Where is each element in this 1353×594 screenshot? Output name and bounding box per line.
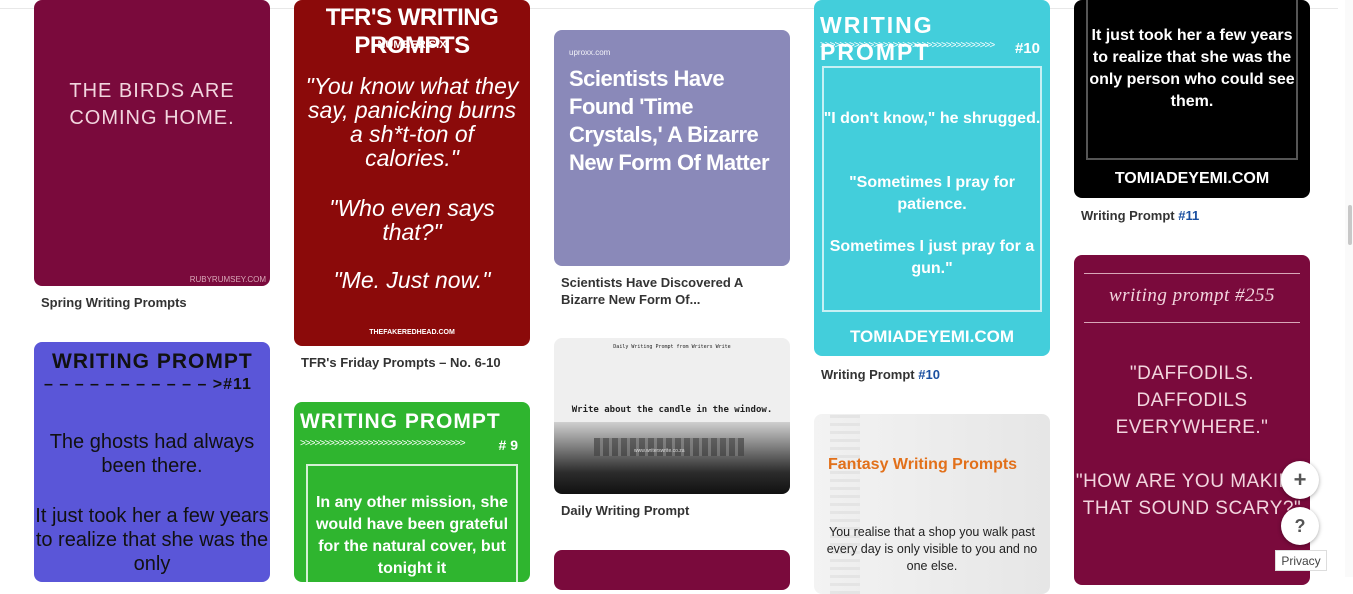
plus-icon: + (1293, 467, 1307, 492)
arrow-decoration: >>>>>>>>>>>>>>>>>>>>>>>>>>>>>>>>>>>> (820, 40, 995, 51)
pin-text: "HOW ARE YOU MAKING THAT SOUND SCARY?" (1075, 471, 1309, 519)
help-button[interactable]: ? (1281, 507, 1319, 545)
pin-writing-prompt-11[interactable]: It just took her a few years to realize … (1074, 0, 1310, 198)
pin-subheading: NUMBER SIX (377, 39, 447, 51)
pin-text: "Sometimes I pray for patience. (849, 174, 1015, 213)
pin-daily-writing-prompt[interactable]: Daily Writing Prompt from Writers Write … (554, 338, 790, 494)
pin-caption-text: Writing Prompt (1081, 208, 1179, 223)
pin-heading: WRITING PROMPT (300, 410, 501, 433)
pin-header: Daily Writing Prompt from Writers Write (613, 344, 731, 350)
pin-caption[interactable]: Scientists Have Discovered A Bizarre New… (561, 274, 743, 308)
pin-text-line: THE BIRDS ARE (69, 80, 235, 102)
pin-quote: "Me. Just now." (333, 267, 491, 293)
pin-caption[interactable]: Daily Writing Prompt (561, 502, 689, 519)
divider-line (1084, 273, 1300, 274)
pin-number: #10 (1014, 40, 1040, 57)
privacy-link[interactable]: Privacy (1275, 550, 1327, 571)
pin-writing-prompt-255[interactable]: writing prompt #255 "DAFFODILS. DAFFODIL… (1074, 255, 1310, 585)
pin-text: The ghosts had always been there. (49, 431, 255, 477)
pin-quote: "You know what they say, panicking burns… (305, 73, 519, 171)
pin-fantasy-writing-prompts[interactable]: Fantasy Writing Prompts You realise that… (814, 414, 1050, 594)
pin-heading: TFR'S WRITING PROMPTS (325, 4, 499, 59)
pin-partial[interactable] (554, 550, 790, 590)
pin-heading: WRITING PROMPT (820, 12, 934, 65)
pin-image-text: THE BIRDS ARE COMING HOME. (34, 78, 270, 132)
pin-time-crystals[interactable]: uproxx.com Scientists Have Found 'Time C… (554, 30, 790, 266)
pin-caption[interactable]: Writing Prompt #10 (821, 366, 940, 383)
pin-writing-prompt-9[interactable]: WRITING PROMPT >>>>>>>>>>>>>>>>>>>>>>>>>… (294, 402, 530, 582)
pin-caption-line: Scientists Have Discovered A (561, 275, 744, 290)
pin-text-line: COMING HOME. (69, 107, 235, 129)
pin-text: Write about the candle in the window. (571, 405, 773, 415)
pin-heading: Fantasy Writing Prompts (828, 456, 1018, 473)
pin-number: # 9 (498, 437, 518, 453)
pin-source: uproxx.com (569, 48, 611, 57)
pin-tfr-friday-prompts[interactable]: TFR'S WRITING PROMPTS NUMBER SIX "You kn… (294, 0, 530, 346)
pin-caption-number: #11 (1178, 208, 1200, 223)
scrollbar[interactable] (1345, 0, 1353, 577)
pin-text: It just took her a few years to realize … (1089, 27, 1295, 110)
pin-text: You realise that a shop you walk past ev… (826, 525, 1038, 573)
pin-text: "I don't know," he shrugged. (823, 110, 1041, 127)
pin-credit: THEFAKEREDHEAD.COM (369, 329, 455, 336)
pin-caption[interactable]: TFR's Friday Prompts – No. 6-10 (301, 354, 501, 371)
pin-quote: "Who even says that?" (329, 195, 495, 245)
pin-caption-number: #10 (918, 367, 940, 382)
pin-heading: writing prompt #255 (1108, 285, 1276, 306)
pin-text: It just took her a few years to realize … (35, 505, 269, 575)
pin-caption[interactable]: Writing Prompt #11 (1081, 207, 1199, 224)
pin-text: "DAFFODILS. DAFFODILS EVERYWHERE." (1115, 363, 1269, 438)
pin-spring-writing-prompts[interactable]: THE BIRDS ARE COMING HOME. RUBYRUMSEY.CO… (34, 0, 270, 286)
pin-site: TOMIADEYEMI.COM (1114, 170, 1270, 187)
pin-writing-prompt-ghosts[interactable]: WRITING PROMPT – – – – – – – – – – – >#1… (34, 342, 270, 582)
arrow-decoration: >>>>>>>>>>>>>>>>>>>>>>>>>>>>>>>>>> (300, 438, 466, 449)
question-icon: ? (1294, 515, 1306, 536)
pin-headline: Scientists Have Found 'Time Crystals,' A… (569, 66, 770, 175)
pin-caption[interactable]: Spring Writing Prompts (41, 294, 187, 311)
pin-caption-text: Writing Prompt (821, 367, 919, 382)
scrollbar-thumb[interactable] (1348, 205, 1352, 245)
pin-text: In any other mission, she would have bee… (315, 494, 509, 577)
pin-site: TOMIADEYEMI.COM (849, 327, 1015, 346)
pin-heading: WRITING PROMPT (52, 350, 253, 373)
pin-writing-prompt-10[interactable]: WRITING PROMPT >>>>>>>>>>>>>>>>>>>>>>>>>… (814, 0, 1050, 356)
divider-line (1084, 322, 1300, 323)
dash-decoration: – – – – – – – – – – – >#11 (44, 376, 252, 393)
pin-site: www.writerswrite.co.za (634, 448, 685, 454)
pin-text: Sometimes I just pray for a gun." (829, 238, 1035, 277)
pin-caption-line: Bizarre New Form Of... (561, 292, 701, 307)
add-button[interactable]: + (1281, 461, 1319, 499)
pin-credit: RUBYRUMSEY.COM (189, 275, 266, 284)
typewriter-image (554, 422, 790, 494)
